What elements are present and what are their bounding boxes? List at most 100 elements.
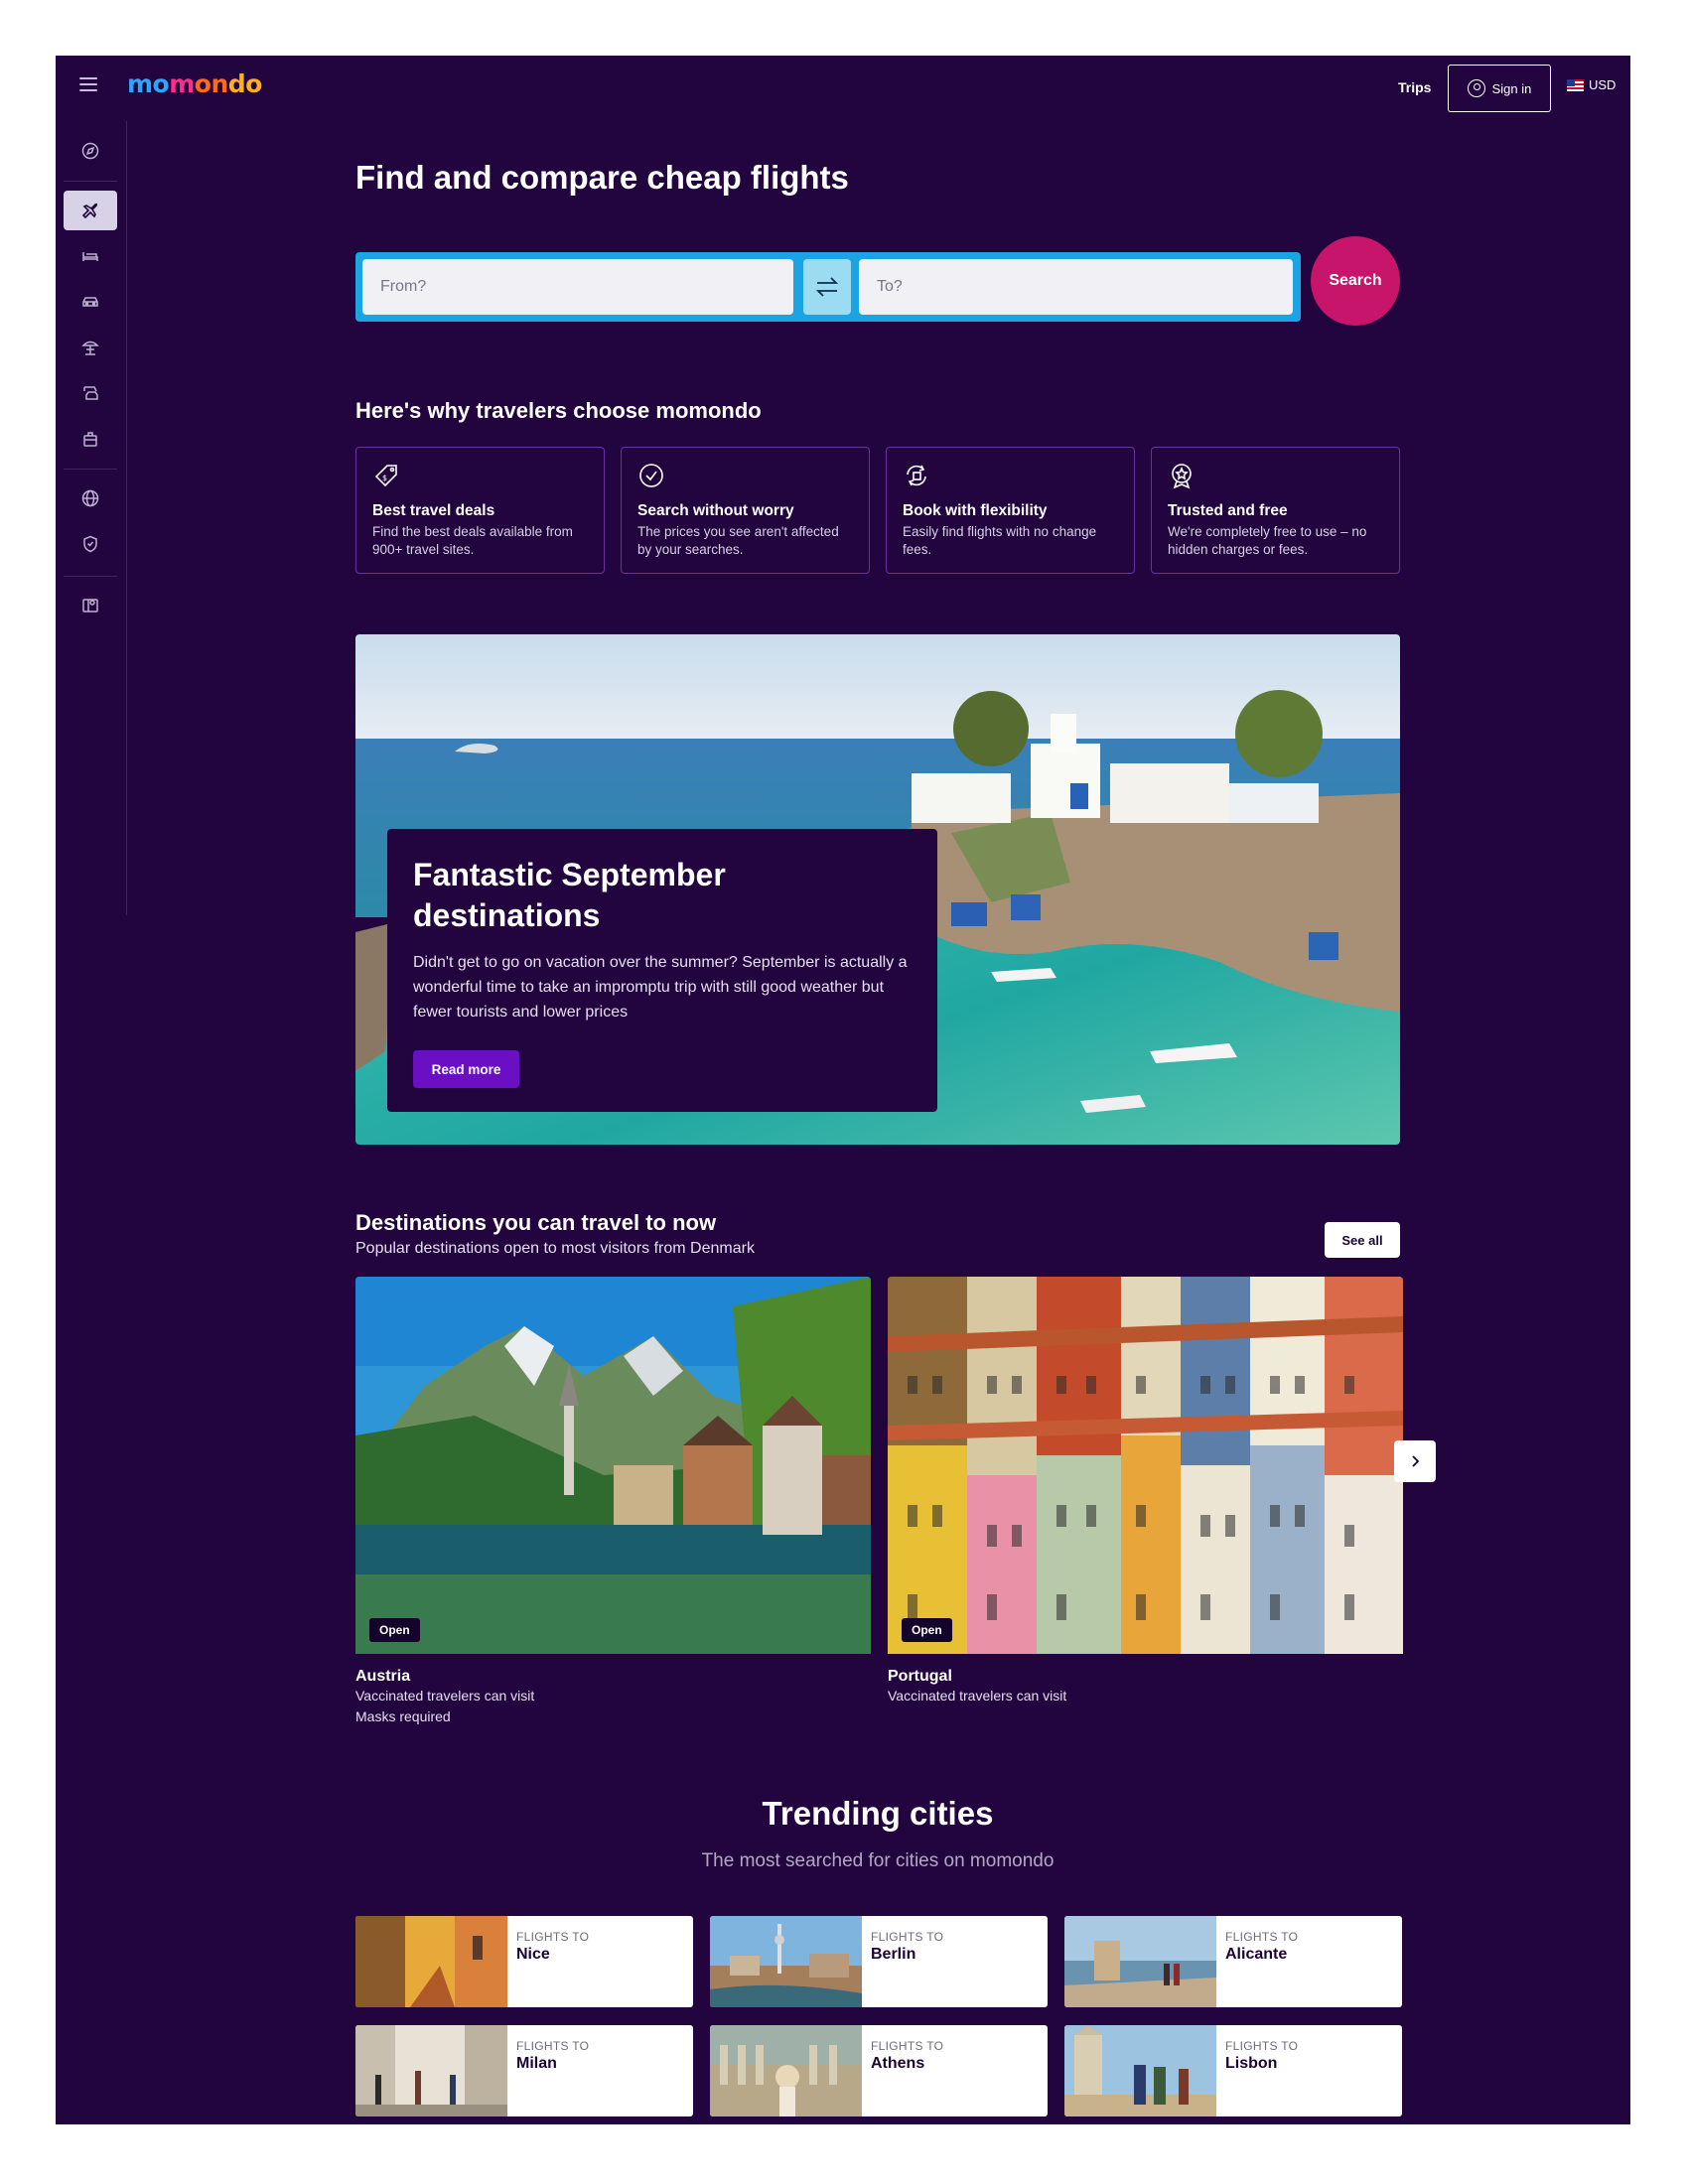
to-input[interactable]: To? xyxy=(859,259,1293,315)
flights-to-label: FLIGHTS TO xyxy=(1225,2039,1299,2053)
shield-icon[interactable] xyxy=(64,524,117,564)
card-title: Best travel deals xyxy=(372,502,495,519)
berlin-photo xyxy=(710,1916,862,2007)
trending-subtitle: The most searched for cities on momondo xyxy=(701,1850,1055,1871)
destinations-subtitle: Popular destinations open to most visito… xyxy=(355,1240,755,1257)
hero-title: Fantastic September destinations xyxy=(413,857,726,933)
check-circle-icon xyxy=(639,464,663,487)
search-form: From? To? xyxy=(355,252,1301,322)
lisbon-photo xyxy=(1064,2025,1216,2116)
destination-info: Masks required xyxy=(355,1708,451,1724)
open-badge: Open xyxy=(369,1618,420,1642)
plane-icon[interactable] xyxy=(64,191,117,230)
destination-name: Portugal xyxy=(888,1668,952,1685)
search-button[interactable]: Search xyxy=(1311,236,1400,326)
explore-icon[interactable] xyxy=(64,131,117,171)
trending-title: Trending cities xyxy=(762,1795,994,1832)
hero-banner[interactable]: Fantastic September destinations Didn't … xyxy=(355,634,1400,1145)
destination-name: Austria xyxy=(355,1668,411,1685)
user-icon xyxy=(1467,79,1485,97)
card-desc: Easily find flights with no change fees. xyxy=(903,524,1097,557)
momondo-logo[interactable]: momondo xyxy=(127,69,262,98)
app-frame: momondo Trips Sign in USD Find and compa… xyxy=(56,56,1630,2124)
sidebar-divider xyxy=(64,576,117,577)
currency-selector[interactable]: USD xyxy=(1567,77,1616,92)
menu-icon[interactable] xyxy=(79,77,97,91)
card-desc: The prices you see aren't affected by yo… xyxy=(637,524,839,557)
refresh-calendar-icon xyxy=(907,465,926,486)
chevron-right-icon xyxy=(1412,1455,1420,1467)
flights-to-label: FLIGHTS TO xyxy=(871,2039,944,2053)
destination-info: Vaccinated travelers can visit xyxy=(888,1688,1067,1704)
card-desc: We're completely free to use – no hidden… xyxy=(1168,524,1367,557)
read-more-button[interactable]: Read more xyxy=(413,1050,519,1088)
carousel-next-button[interactable] xyxy=(1394,1440,1436,1482)
city-card-nice[interactable]: FLIGHTS TO Nice xyxy=(355,1916,693,2007)
card-title: Trusted and free xyxy=(1168,502,1288,519)
card-title: Search without worry xyxy=(637,502,794,519)
flights-to-label: FLIGHTS TO xyxy=(1225,1930,1299,1944)
destination-image: Open xyxy=(355,1277,871,1654)
destination-card-portugal[interactable]: Open Portugal Vaccinated travelers can v… xyxy=(888,1277,1403,1706)
city-card-lisbon[interactable]: FLIGHTS TO Lisbon xyxy=(1064,2025,1402,2116)
milan-photo xyxy=(355,2025,507,2116)
page-title: Find and compare cheap flights xyxy=(355,159,849,196)
currency-label: USD xyxy=(1589,77,1617,92)
city-name: Nice xyxy=(516,1946,550,1963)
porto-houses-photo xyxy=(888,1277,1403,1654)
card-desc: Find the best deals available from 900+ … xyxy=(372,524,573,557)
flights-to-label: FLIGHTS TO xyxy=(516,1930,590,1944)
athens-photo xyxy=(710,2025,862,2116)
car-plane-icon[interactable] xyxy=(64,373,117,413)
see-all-button[interactable]: See all xyxy=(1325,1222,1400,1258)
alicante-photo xyxy=(1064,1916,1216,2007)
city-card-alicante[interactable]: FLIGHTS TO Alicante xyxy=(1064,1916,1402,2007)
sign-in-label: Sign in xyxy=(1491,80,1532,96)
why-cards: $ Best travel deals Find the best deals … xyxy=(355,447,1400,574)
tag-icon: $ xyxy=(374,465,397,487)
trips-link[interactable]: Trips xyxy=(1398,79,1431,95)
swap-arrows-icon xyxy=(815,277,839,297)
hero-card: Fantastic September destinations Didn't … xyxy=(387,829,937,1112)
bed-icon[interactable] xyxy=(64,236,117,276)
hallstatt-photo xyxy=(355,1277,871,1654)
globe-icon[interactable] xyxy=(64,478,117,518)
flights-to-label: FLIGHTS TO xyxy=(871,1930,944,1944)
badge-star-icon xyxy=(1172,464,1192,489)
why-card-trusted: Trusted and free We're completely free t… xyxy=(1151,447,1400,574)
suitcase-icon[interactable] xyxy=(64,419,117,459)
sidebar xyxy=(56,121,127,915)
card-title: Book with flexibility xyxy=(903,502,1048,519)
sidebar-divider xyxy=(64,469,117,470)
destination-info: Vaccinated travelers can visit xyxy=(355,1688,535,1704)
city-name: Berlin xyxy=(871,1946,916,1963)
destination-card-austria[interactable]: Open Austria Vaccinated travelers can vi… xyxy=(355,1277,871,1727)
top-bar: momondo Trips Sign in USD xyxy=(56,56,1630,121)
city-card-athens[interactable]: FLIGHTS TO Athens xyxy=(710,2025,1048,2116)
why-card-no-worry: Search without worry The prices you see … xyxy=(621,447,870,574)
from-input[interactable]: From? xyxy=(362,259,793,315)
nice-photo xyxy=(355,1916,507,2007)
map-icon[interactable] xyxy=(64,586,117,625)
us-flag-icon xyxy=(1567,78,1584,91)
sidebar-divider xyxy=(64,181,117,182)
swap-button[interactable] xyxy=(803,259,851,315)
car-icon[interactable] xyxy=(64,282,117,322)
city-name: Alicante xyxy=(1225,1946,1288,1963)
flights-to-label: FLIGHTS TO xyxy=(516,2039,590,2053)
svg-text:$: $ xyxy=(382,474,387,482)
city-card-milan[interactable]: FLIGHTS TO Milan xyxy=(355,2025,693,2116)
city-card-berlin[interactable]: FLIGHTS TO Berlin xyxy=(710,1916,1048,2007)
why-title: Here's why travelers choose momondo xyxy=(355,398,762,423)
why-card-best-deals: $ Best travel deals Find the best deals … xyxy=(355,447,605,574)
city-name: Lisbon xyxy=(1225,2055,1278,2072)
sign-in-button[interactable]: Sign in xyxy=(1448,65,1551,112)
why-card-flexibility: Book with flexibility Easily find flight… xyxy=(886,447,1135,574)
hero-desc: Didn't get to go on vacation over the su… xyxy=(413,954,908,1021)
city-name: Milan xyxy=(516,2055,557,2072)
destinations-title: Destinations you can travel to now xyxy=(355,1210,717,1235)
beach-umbrella-icon[interactable] xyxy=(64,328,117,367)
city-name: Athens xyxy=(871,2055,925,2072)
destination-image: Open xyxy=(888,1277,1403,1654)
open-badge: Open xyxy=(902,1618,952,1642)
